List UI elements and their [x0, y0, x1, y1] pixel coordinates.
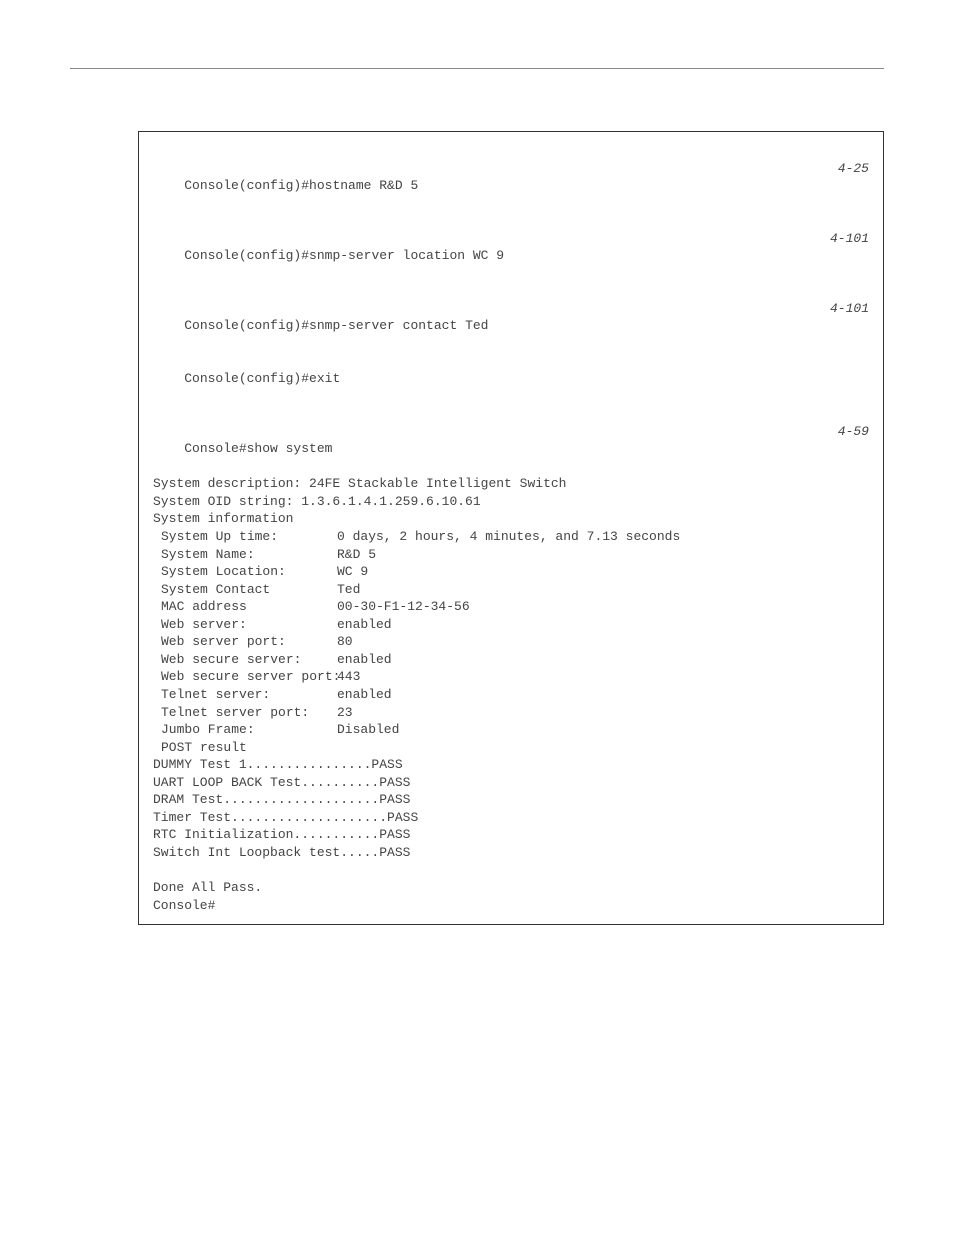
info-row: System Up time:0 days, 2 hours, 4 minute… [153, 528, 869, 546]
header-rule [70, 68, 884, 69]
info-value: enabled [337, 616, 392, 634]
command-line: 4-101 Console(config)#snmp-server contac… [153, 282, 869, 352]
info-value: 23 [337, 704, 353, 722]
info-row: Web secure server:enabled [153, 651, 869, 669]
info-key: Web secure server port: [153, 668, 337, 686]
post-line: Switch Int Loopback test.....PASS [153, 844, 869, 862]
post-line: DUMMY Test 1................PASS [153, 756, 869, 774]
blank-line [153, 861, 869, 879]
command-text: Console(config)#exit [184, 371, 340, 386]
info-value: R&D 5 [337, 546, 376, 564]
info-value: 443 [337, 668, 360, 686]
info-value: Disabled [337, 721, 399, 739]
info-value: enabled [337, 686, 392, 704]
output-line: System information [153, 510, 869, 528]
post-line: DRAM Test....................PASS [153, 791, 869, 809]
info-value: WC 9 [337, 563, 368, 581]
info-key: Web server: [153, 616, 337, 634]
page-ref: 4-101 [830, 300, 869, 318]
info-key: Telnet server port: [153, 704, 337, 722]
info-key: Web secure server: [153, 651, 337, 669]
info-value: 00-30-F1-12-34-56 [337, 598, 470, 616]
prompt-line: Console# [153, 897, 869, 915]
info-key: System Contact [153, 581, 337, 599]
command-text: Console(config)#snmp-server contact Ted [184, 318, 488, 333]
output-line: System OID string: 1.3.6.1.4.1.259.6.10.… [153, 493, 869, 511]
command-text: Console(config)#snmp-server location WC … [184, 248, 504, 263]
post-header: POST result [153, 739, 869, 757]
post-line: Timer Test....................PASS [153, 809, 869, 827]
info-row: Telnet server:enabled [153, 686, 869, 704]
info-key: System Up time: [153, 528, 337, 546]
info-row: Web server:enabled [153, 616, 869, 634]
info-row: Web server port:80 [153, 633, 869, 651]
page-ref: 4-25 [838, 160, 869, 178]
done-line: Done All Pass. [153, 879, 869, 897]
info-value: enabled [337, 651, 392, 669]
info-row: System Location:WC 9 [153, 563, 869, 581]
info-value: 0 days, 2 hours, 4 minutes, and 7.13 sec… [337, 528, 680, 546]
info-key: Jumbo Frame: [153, 721, 337, 739]
command-text: Console(config)#hostname R&D 5 [184, 178, 418, 193]
info-value: Ted [337, 581, 360, 599]
info-row: System ContactTed [153, 581, 869, 599]
command-line: 4-101 Console(config)#snmp-server locati… [153, 212, 869, 282]
page-ref: 4-101 [830, 230, 869, 248]
info-key: Web server port: [153, 633, 337, 651]
info-key: Telnet server: [153, 686, 337, 704]
info-row: System Name:R&D 5 [153, 546, 869, 564]
info-key: System Location: [153, 563, 337, 581]
post-line: RTC Initialization...........PASS [153, 826, 869, 844]
info-key: MAC address [153, 598, 337, 616]
info-row: Telnet server port:23 [153, 704, 869, 722]
info-value: 80 [337, 633, 353, 651]
page-ref: 4-59 [838, 423, 869, 441]
info-row: MAC address00-30-F1-12-34-56 [153, 598, 869, 616]
info-row: Jumbo Frame:Disabled [153, 721, 869, 739]
info-row: Web secure server port:443 [153, 668, 869, 686]
command-line: 4-59 Console#show system [153, 405, 869, 475]
command-line: Console(config)#exit [153, 353, 869, 406]
command-line: 4-25 Console(config)#hostname R&D 5 [153, 142, 869, 212]
post-line: UART LOOP BACK Test..........PASS [153, 774, 869, 792]
info-key: System Name: [153, 546, 337, 564]
console-output-box: 4-25 Console(config)#hostname R&D 5 4-10… [138, 131, 884, 925]
output-line: System description: 24FE Stackable Intel… [153, 475, 869, 493]
command-text: Console#show system [184, 441, 332, 456]
